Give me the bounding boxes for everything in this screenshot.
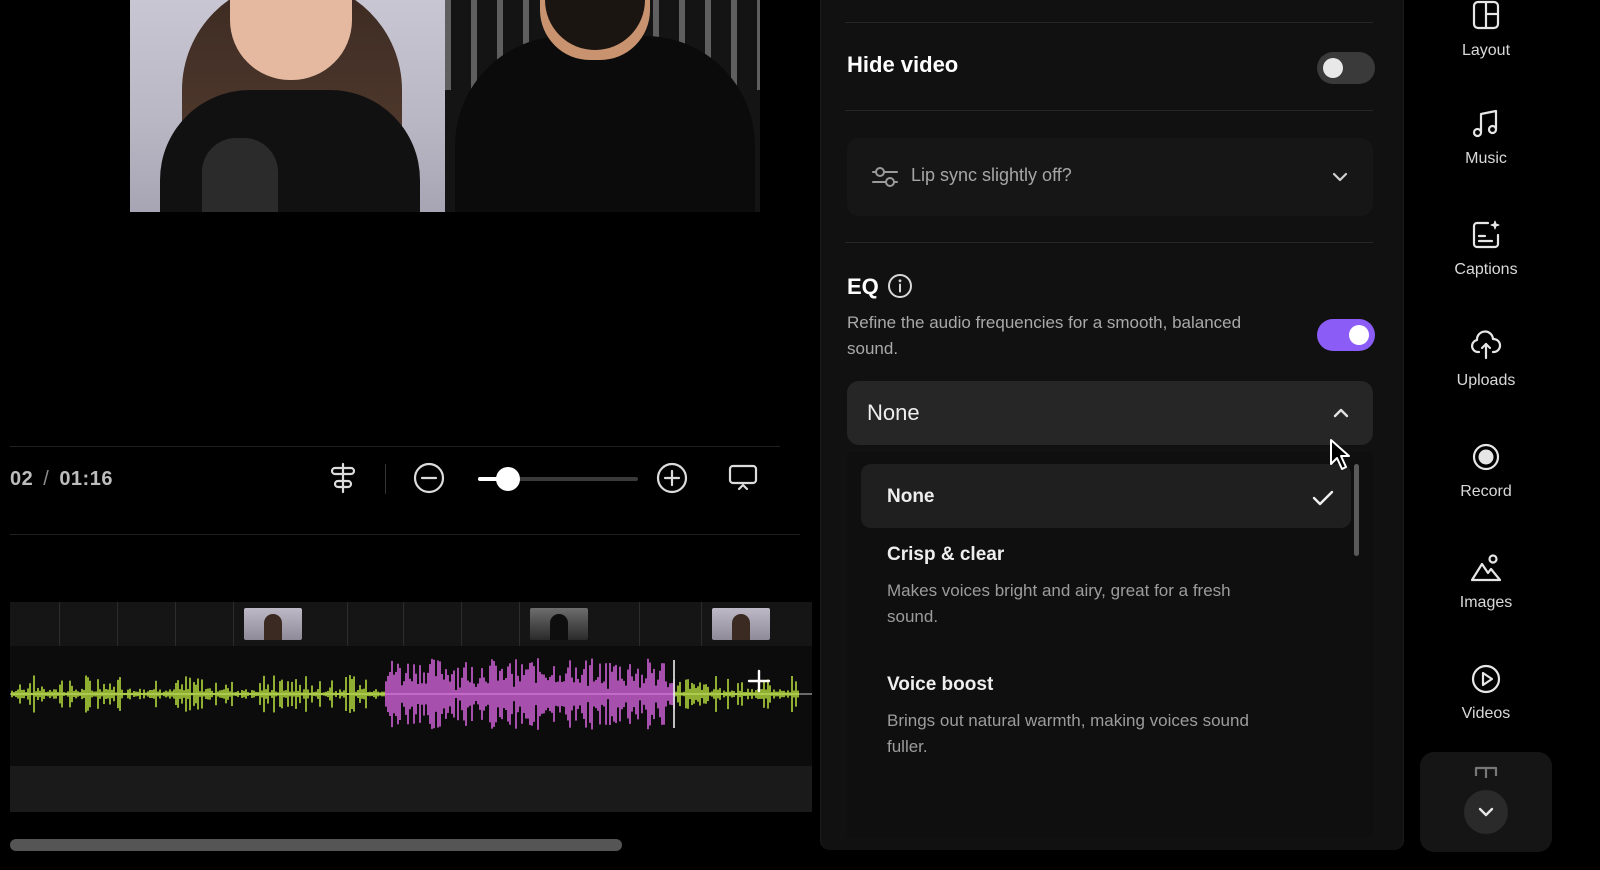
hide-video-toggle[interactable] (1317, 52, 1375, 84)
video-preview[interactable] (130, 0, 760, 212)
track-frame (520, 602, 640, 646)
eq-title: EQ (847, 274, 879, 299)
toolbar-item-layout[interactable]: Layout (1420, 0, 1552, 90)
images-icon (1470, 554, 1502, 582)
option-title: Voice boost (887, 674, 994, 695)
checkmark-icon (1312, 490, 1334, 506)
sliders-icon (872, 167, 898, 187)
timeline-scrollbar[interactable] (10, 839, 622, 851)
layout-icon (1472, 0, 1500, 30)
chevron-down-icon (1478, 807, 1494, 817)
text-icon (1474, 766, 1498, 778)
track-frame (702, 602, 812, 646)
option-title: None (887, 486, 935, 507)
record-icon (1472, 443, 1500, 471)
toolbar-item-images[interactable]: Images (1420, 552, 1552, 642)
frame-thumbnail (244, 608, 302, 640)
toolbar-label: Music (1465, 150, 1507, 167)
microphone (202, 138, 278, 212)
editor-area: 02 / 01:16 (0, 0, 812, 870)
eq-toggle[interactable] (1317, 319, 1375, 351)
toggle-knob (1323, 58, 1343, 78)
track-frame (348, 602, 404, 646)
toolbar-label: Uploads (1456, 372, 1516, 389)
divider (845, 110, 1373, 111)
divider (10, 534, 800, 535)
divider (845, 242, 1373, 243)
eq-option-crisp-clear[interactable]: Crisp & clear Makes voices bright and ai… (861, 538, 1351, 648)
music-icon (1472, 109, 1498, 138)
captions-icon (1472, 220, 1500, 249)
empty-track (10, 766, 812, 812)
toolbar-item-music[interactable]: Music (1420, 108, 1552, 198)
time-separator: / (43, 468, 50, 490)
eq-option-voice-boost[interactable]: Voice boost Brings out natural warmth, m… (861, 668, 1351, 778)
time-current: 02 (10, 468, 34, 490)
toolbar-more-section (1420, 752, 1552, 852)
add-clip-icon[interactable] (742, 664, 776, 698)
dropdown-scrollbar[interactable] (1354, 464, 1359, 556)
audio-settings-panel: Hide video Lip sync slightly off? EQ Ref… (820, 0, 1404, 850)
option-description: Makes voices bright and airy, great for … (887, 581, 1231, 626)
hide-video-label: Hide video (847, 52, 959, 77)
eq-selected-value: None (867, 400, 920, 425)
zoom-slider[interactable] (478, 467, 638, 491)
video-track[interactable] (10, 602, 812, 646)
toolbar-item-videos[interactable]: Videos (1420, 663, 1552, 753)
divider (845, 22, 1373, 23)
track-frame (10, 602, 60, 646)
time-display: 02 / 01:16 (10, 468, 113, 491)
lip-sync-accordion[interactable]: Lip sync slightly off? (847, 138, 1373, 216)
playback-controls: 02 / 01:16 (10, 455, 790, 505)
track-frame (404, 602, 462, 646)
eq-preset-dropdown: None Crisp & clear Makes voices bright a… (847, 452, 1373, 838)
track-frame (640, 602, 702, 646)
lip-sync-label: Lip sync slightly off? (911, 165, 1072, 185)
track-frame (118, 602, 176, 646)
track-frame (60, 602, 118, 646)
eq-option-none[interactable]: None (861, 464, 1351, 528)
chevron-up-icon (1333, 408, 1349, 418)
toolbar-label: Videos (1461, 705, 1511, 722)
toolbar-label: Record (1460, 483, 1512, 500)
toolbar-item-record[interactable]: Record (1420, 441, 1552, 531)
zoom-out-icon[interactable] (412, 461, 446, 495)
track-frame (234, 602, 348, 646)
toolbar-separator (385, 464, 386, 494)
toolbar-item-uploads[interactable]: Uploads (1420, 330, 1552, 420)
toolbar-label: Layout (1461, 42, 1511, 59)
speaker-2-video (445, 0, 760, 212)
toolbar-label: Images (1459, 594, 1513, 611)
timeline[interactable] (10, 602, 812, 812)
track-frame (462, 602, 520, 646)
toolbar-label: Captions (1454, 261, 1518, 278)
frame-thumbnail (712, 608, 770, 640)
right-toolbar: Layout Music Captions Uploads Record Ima… (1420, 0, 1552, 870)
track-frame (176, 602, 234, 646)
zoom-slider-handle[interactable] (496, 467, 521, 491)
speaker-1-video (130, 0, 445, 212)
fit-screen-icon[interactable] (726, 461, 760, 495)
info-icon[interactable] (887, 273, 913, 299)
eq-preset-select[interactable]: None (847, 381, 1373, 445)
align-center-icon[interactable] (326, 461, 360, 495)
toolbar-item-captions[interactable]: Captions (1420, 219, 1552, 309)
option-title: Crisp & clear (887, 544, 1005, 565)
option-description: Brings out natural warmth, making voices… (887, 711, 1249, 756)
frame-thumbnail (530, 608, 588, 640)
divider (10, 446, 780, 447)
chevron-down-icon (1332, 172, 1348, 182)
zoom-in-icon[interactable] (655, 461, 689, 495)
toolbar-more-button[interactable] (1464, 790, 1508, 834)
mouse-cursor-icon (1330, 439, 1350, 470)
audio-waveform[interactable] (10, 646, 812, 766)
eq-description: Refine the audio frequencies for a smoot… (847, 313, 1242, 358)
toggle-knob (1349, 325, 1369, 345)
time-total: 01:16 (59, 468, 113, 490)
upload-icon (1471, 330, 1502, 360)
videos-icon (1471, 664, 1501, 694)
